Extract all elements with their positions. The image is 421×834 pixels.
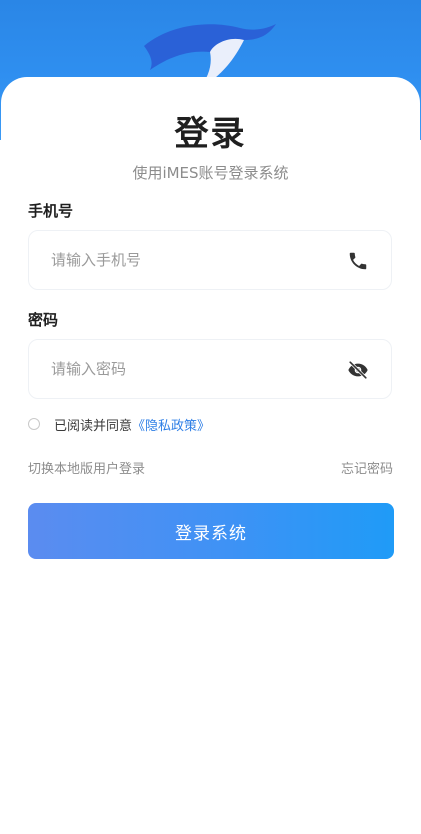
phone-field[interactable] (28, 230, 392, 290)
local-login-link[interactable]: 切换本地版用户登录 (28, 458, 145, 477)
login-card (1, 77, 420, 834)
password-label: 密码 (28, 311, 59, 329)
agreement-text: 已阅读并同意 (54, 418, 133, 434)
page-subtitle: 使用iMES账号登录系统 (132, 164, 289, 182)
dolphin-logo-icon (144, 24, 276, 82)
phone-input[interactable] (51, 231, 331, 289)
phone-label: 手机号 (28, 202, 74, 220)
password-input[interactable] (51, 340, 331, 398)
login-button[interactable]: 登录系统 (28, 503, 394, 559)
agreement-row: 已阅读并同意 《隐私政策》 (28, 414, 210, 434)
privacy-policy-link[interactable]: 《隐私政策》 (132, 415, 210, 434)
page-title: 登录 (174, 114, 247, 154)
forgot-password-link[interactable]: 忘记密码 (341, 458, 393, 477)
agreement-radio[interactable] (28, 418, 40, 430)
password-field[interactable] (28, 339, 392, 399)
eye-off-icon[interactable] (347, 359, 369, 381)
phone-icon[interactable] (347, 250, 369, 272)
